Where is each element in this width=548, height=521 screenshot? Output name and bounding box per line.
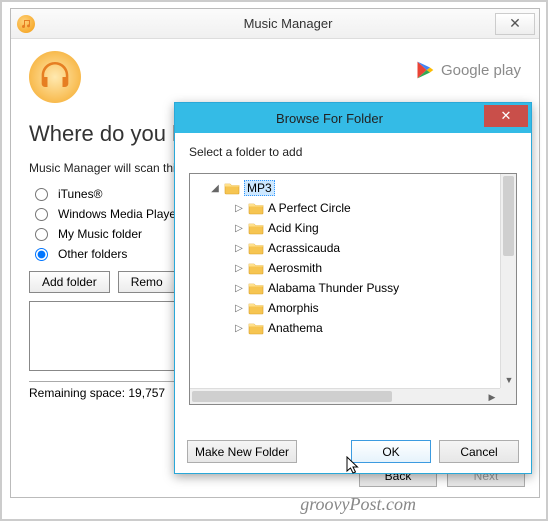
tree-item-label: Acrassicauda [268, 241, 340, 255]
remove-folder-button[interactable]: Remo [118, 271, 176, 293]
expand-icon[interactable]: ▷ [234, 283, 244, 294]
expand-icon[interactable]: ▷ [234, 303, 244, 314]
main-close-button[interactable]: ✕ [495, 13, 535, 35]
ok-button[interactable]: OK [351, 440, 431, 463]
expand-icon[interactable]: ▷ [234, 223, 244, 234]
app-icon [17, 15, 35, 33]
scroll-right-icon[interactable]: ▶ [484, 389, 500, 405]
google-play-label: Google play [441, 62, 521, 79]
folder-icon [248, 201, 264, 215]
headphones-icon [29, 51, 81, 103]
dialog-close-button[interactable]: ✕ [484, 105, 528, 127]
tree-child-item[interactable]: ▷ Alabama Thunder Pussy [192, 278, 514, 298]
folder-icon [248, 221, 264, 235]
expand-icon[interactable]: ▷ [234, 263, 244, 274]
expand-icon[interactable]: ▷ [234, 323, 244, 334]
main-titlebar: Music Manager ✕ [11, 9, 539, 39]
folder-icon [248, 281, 264, 295]
dialog-instruction: Select a folder to add [189, 145, 517, 159]
folder-icon [248, 241, 264, 255]
cancel-button[interactable]: Cancel [439, 440, 519, 463]
scroll-thumb-horizontal[interactable] [192, 391, 392, 402]
tree-child-item[interactable]: ▷ Acid King [192, 218, 514, 238]
tree-root-item[interactable]: ◢ MP3 [192, 178, 514, 198]
scroll-thumb-vertical[interactable] [503, 176, 514, 256]
play-icon [415, 59, 435, 81]
folder-icon [224, 181, 240, 195]
scroll-down-icon[interactable]: ▼ [501, 372, 517, 388]
tree-child-item[interactable]: ▷ A Perfect Circle [192, 198, 514, 218]
tree-item-label: MP3 [244, 180, 275, 196]
folder-icon [248, 321, 264, 335]
tree-item-label: Amorphis [268, 301, 319, 315]
watermark: groovyPost.com [300, 494, 416, 515]
tree-item-label: A Perfect Circle [268, 201, 351, 215]
make-new-folder-button[interactable]: Make New Folder [187, 440, 297, 463]
tree-vertical-scrollbar[interactable]: ▲ ▼ [500, 174, 516, 388]
add-folder-button[interactable]: Add folder [29, 271, 110, 293]
expand-icon[interactable]: ▷ [234, 243, 244, 254]
collapse-icon[interactable]: ◢ [210, 183, 220, 194]
google-play-brand: Google play [415, 59, 521, 81]
expand-icon[interactable]: ▷ [234, 203, 244, 214]
browse-folder-dialog: Browse For Folder ✕ Select a folder to a… [174, 102, 532, 474]
main-title: Music Manager [43, 16, 533, 31]
tree-horizontal-scrollbar[interactable]: ◀ ▶ [190, 388, 500, 404]
folder-tree[interactable]: ◢MP3▷A Perfect Circle▷Acid King▷Acrassic… [189, 173, 517, 405]
tree-child-item[interactable]: ▷ Acrassicauda [192, 238, 514, 258]
dialog-title: Browse For Folder [175, 111, 484, 126]
tree-child-item[interactable]: ▷ Anathema [192, 318, 514, 338]
tree-child-item[interactable]: ▷ Amorphis [192, 298, 514, 318]
folder-icon [248, 301, 264, 315]
folder-icon [248, 261, 264, 275]
folder-listbox[interactable] [29, 301, 189, 371]
tree-item-label: Anathema [268, 321, 323, 335]
dialog-titlebar[interactable]: Browse For Folder ✕ [175, 103, 531, 133]
tree-child-item[interactable]: ▷ Aerosmith [192, 258, 514, 278]
tree-item-label: Acid King [268, 221, 319, 235]
tree-item-label: Alabama Thunder Pussy [268, 281, 399, 295]
tree-item-label: Aerosmith [268, 261, 322, 275]
